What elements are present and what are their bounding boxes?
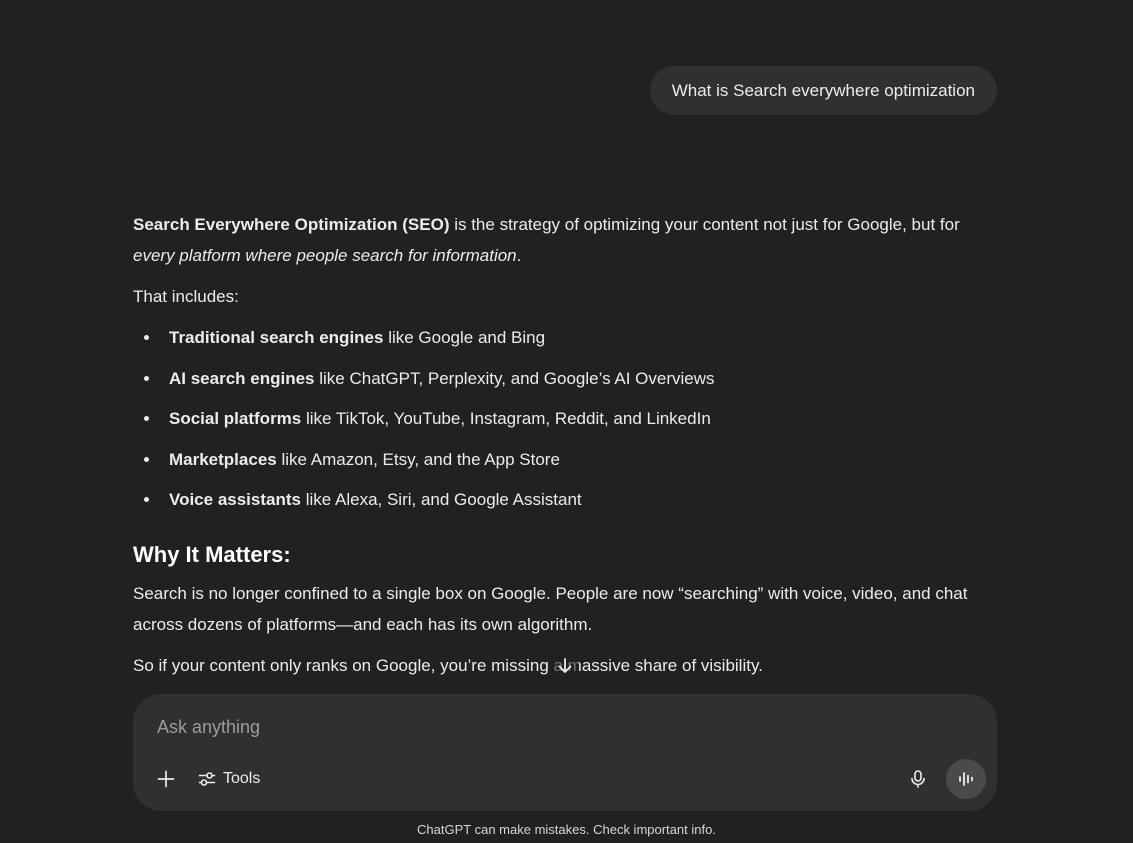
intro-paragraph: Search Everywhere Optimization (SEO) is …: [133, 209, 997, 271]
list-item-text: like TikTok, YouTube, Instagram, Reddit,…: [301, 409, 711, 428]
platform-list: Traditional search engines like Google a…: [133, 322, 997, 515]
list-item-bold: Voice assistants: [169, 490, 301, 509]
user-message-bubble: What is Search everywhere optimization: [649, 66, 997, 115]
list-item: Voice assistants like Alexa, Siri, and G…: [133, 484, 997, 515]
why-paragraph: Search is no longer confined to a single…: [133, 584, 968, 634]
prompt-input[interactable]: [155, 710, 959, 744]
list-item-text: like Amazon, Etsy, and the App Store: [276, 449, 560, 469]
list-item: Marketplaces like Amazon, Etsy, and the …: [133, 444, 997, 475]
list-item-text: like Alexa, Siri, and Google Assistant: [300, 490, 582, 509]
microphone-icon: [911, 770, 925, 788]
sliders-icon: [198, 772, 216, 786]
tools-label: Tools: [223, 770, 261, 787]
list-item: Traditional search engines like Google a…: [133, 322, 997, 353]
list-item: AI search engines like ChatGPT, Perplexi…: [133, 363, 997, 394]
add-attachment-button[interactable]: [151, 764, 181, 794]
assistant-response: Search Everywhere Optimization (SEO) is …: [133, 209, 997, 691]
tools-button[interactable]: Tools: [189, 764, 268, 794]
list-item-bold: Marketplaces: [169, 449, 277, 469]
list-item-text: like Google and Bing: [383, 328, 546, 347]
chat-page: What is Search everywhere optimization S…: [0, 0, 1133, 843]
voice-waveform-icon: [959, 772, 973, 786]
scroll-to-bottom-button[interactable]: [551, 652, 579, 680]
disclaimer-text: ChatGPT can make mistakes. Check importa…: [417, 822, 716, 837]
arrow-down-icon: [558, 658, 572, 673]
intro-italic: every platform where people search for i…: [133, 246, 517, 265]
dictate-button[interactable]: [903, 764, 933, 794]
user-message-text: What is Search everywhere optimization: [671, 81, 975, 100]
list-item-bold: Traditional search engines: [169, 328, 384, 347]
intro-end: .: [516, 246, 522, 265]
intro-text: is the strategy of optimizing your conte…: [449, 215, 960, 234]
includes-text: That includes:: [133, 287, 239, 306]
list-item-text: like ChatGPT, Perplexity, and Google’s A…: [314, 368, 715, 388]
intro-bold: Search Everywhere Optimization (SEO): [133, 215, 450, 234]
composer: Tools: [133, 694, 997, 811]
list-item-bold: Social platforms: [169, 409, 302, 428]
list-item-bold: AI search engines: [169, 368, 315, 388]
plus-icon: [157, 770, 175, 788]
list-item: Social platforms like TikTok, YouTube, I…: [133, 403, 997, 434]
voice-mode-button[interactable]: [946, 759, 986, 799]
section-heading: Why It Matters:: [133, 542, 291, 567]
